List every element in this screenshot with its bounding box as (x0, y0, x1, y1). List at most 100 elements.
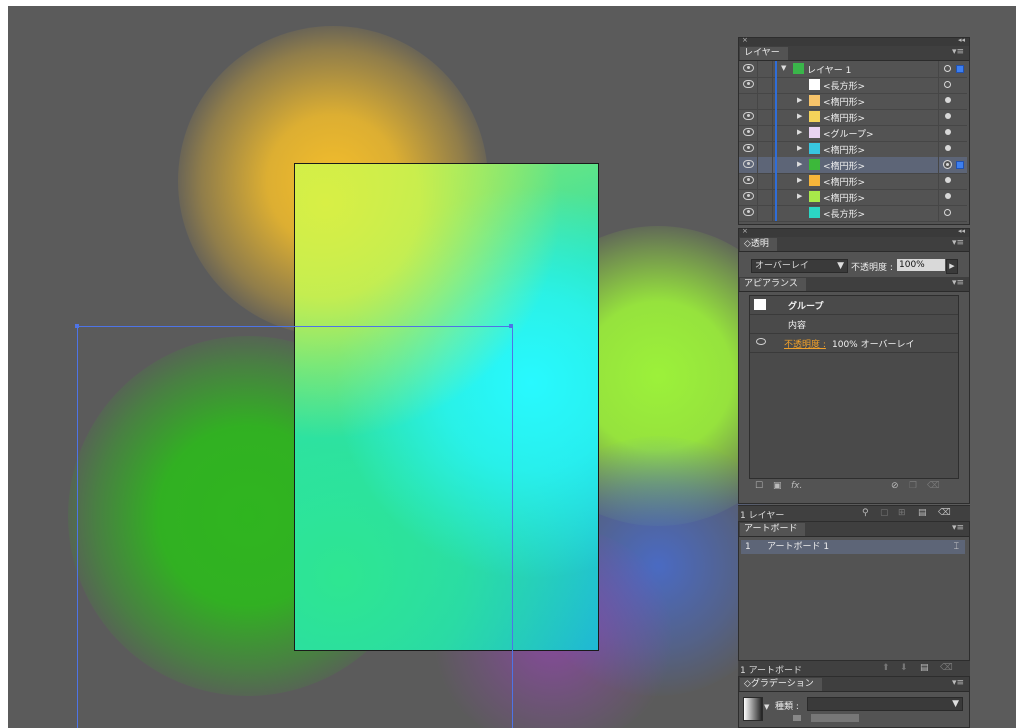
appearance-opacity-row[interactable]: 不透明度 : 100% オーバーレイ (750, 334, 958, 353)
panel-menu-icon[interactable]: ▾≡ (952, 278, 964, 288)
layer-thumbnail (809, 127, 820, 138)
blend-mode-select[interactable]: オーバーレイ ▼ (751, 259, 848, 273)
selection-handle-top-left[interactable] (75, 324, 79, 328)
divider (938, 61, 939, 77)
layer-row[interactable]: ▶ <楕円形> (739, 141, 967, 158)
layer-row[interactable]: <長方形> (739, 205, 967, 222)
layer-row[interactable]: ▶ <楕円形> (739, 189, 967, 206)
new-layer-icon[interactable]: ▤ (918, 508, 927, 518)
layer-row[interactable]: ▶ <楕円形> (739, 93, 967, 110)
eye-icon[interactable] (743, 192, 754, 200)
close-icon[interactable]: × (742, 36, 748, 44)
eye-icon[interactable] (743, 80, 754, 88)
trash-icon[interactable]: ⌫ (927, 481, 940, 491)
target-icon[interactable] (945, 177, 951, 183)
target-icon[interactable] (944, 81, 951, 88)
opacity-link[interactable]: 不透明度 : (784, 337, 826, 350)
divider (757, 141, 758, 157)
layers-panel: × ◂◂ レイヤー ▾≡ ▼ レイヤー 1 <長方形> ▶ <楕円形> ▶ <楕円形> ▶ <グル… (738, 36, 970, 225)
layer-row[interactable]: ▼ レイヤー 1 (739, 61, 967, 78)
opacity-stepper-button[interactable]: ▶ (946, 259, 958, 274)
collapse-icon[interactable]: ◂◂ (958, 36, 965, 44)
artboards-tab-row: アートボード ▾≡ (739, 522, 969, 537)
eye-icon[interactable] (743, 112, 754, 120)
eye-icon[interactable] (743, 64, 754, 72)
expand-right-icon[interactable]: ▶ (797, 128, 802, 136)
fx-icon[interactable]: fx. (791, 481, 802, 491)
duplicate-item-icon[interactable]: ❐ (909, 481, 917, 491)
layer-name: <長方形> (823, 82, 866, 92)
panel-menu-icon[interactable]: ▾≡ (952, 47, 964, 57)
layer-row[interactable]: ▶ <楕円形> (739, 157, 967, 174)
layer-row[interactable]: ▶ <楕円形> (739, 173, 967, 190)
panel-menu-icon[interactable]: ▾≡ (952, 523, 964, 533)
collapse-icon[interactable]: ◂◂ (958, 227, 965, 235)
target-icon[interactable] (945, 145, 951, 151)
target-icon[interactable] (944, 65, 951, 72)
eye-icon[interactable] (743, 176, 754, 184)
appearance-group-row[interactable]: グループ (750, 296, 958, 315)
target-icon[interactable] (945, 113, 951, 119)
eye-icon[interactable] (743, 208, 754, 216)
layer-row[interactable]: ▶ <楕円形> (739, 109, 967, 126)
new-sublayer-icon[interactable]: ⊞ (898, 508, 906, 518)
trash-icon[interactable]: ⌫ (938, 508, 951, 518)
selection-handle-top-right[interactable] (509, 324, 513, 328)
close-icon[interactable]: × (742, 227, 748, 235)
selection-bounding-box[interactable] (77, 326, 513, 728)
move-down-icon[interactable]: ⬇ (900, 663, 908, 673)
artboard-name: アートボード 1 (767, 542, 830, 552)
eye-icon[interactable] (743, 128, 754, 136)
gradient-stroke-icons[interactable] (811, 714, 859, 722)
expand-right-icon[interactable]: ▶ (797, 160, 802, 168)
make-clipping-mask-icon[interactable]: ▢ (880, 508, 889, 518)
transparency-panel-bar[interactable]: × ◂◂ (739, 227, 969, 237)
appearance-tab-row: アピアランス ▾≡ (739, 277, 969, 292)
chevron-down-icon: ▼ (952, 699, 959, 709)
add-stroke-icon[interactable]: ☐ (755, 481, 763, 491)
expand-right-icon[interactable]: ▶ (797, 176, 802, 184)
appearance-list: グループ 内容 不透明度 : 100% オーバーレイ (749, 295, 959, 479)
tab-artboards[interactable]: アートボード (740, 523, 806, 536)
selection-indicator[interactable] (956, 161, 964, 169)
gradient-swatch[interactable] (743, 697, 763, 721)
gradient-swatch-menu-icon[interactable]: ▼ (764, 703, 769, 711)
artboard-row[interactable]: 1 アートボード 1 ⌶ (741, 540, 965, 554)
trash-icon[interactable]: ⌫ (940, 663, 953, 673)
tab-gradient[interactable]: ◇グラデーション (740, 678, 822, 691)
divider (772, 93, 773, 109)
selection-indicator[interactable] (956, 65, 964, 73)
target-icon[interactable] (944, 209, 951, 216)
move-up-icon[interactable]: ⬆ (882, 663, 890, 673)
tab-appearance[interactable]: アピアランス (740, 278, 806, 291)
opacity-field[interactable]: 100% (897, 259, 945, 271)
layer-row[interactable]: <長方形> (739, 77, 967, 94)
clear-appearance-icon[interactable]: ⊘ (891, 481, 899, 491)
target-icon[interactable] (945, 97, 951, 103)
eye-icon[interactable] (743, 144, 754, 152)
layer-row[interactable]: ▶ <グループ> (739, 125, 967, 142)
panel-menu-icon[interactable]: ▾≡ (952, 678, 964, 688)
gradient-type-select[interactable]: ▼ (807, 697, 963, 711)
expand-right-icon[interactable]: ▶ (797, 192, 802, 200)
panel-menu-icon[interactable]: ▾≡ (952, 238, 964, 248)
tab-transparency[interactable]: ◇透明 (740, 238, 777, 251)
expand-right-icon[interactable]: ▶ (797, 144, 802, 152)
new-artboard-icon[interactable]: ▤ (920, 663, 929, 673)
expand-down-icon[interactable]: ▼ (781, 64, 786, 72)
artboard-options-icon[interactable]: ⌶ (954, 540, 959, 554)
layers-panel-bar[interactable]: × ◂◂ (739, 36, 969, 46)
appearance-contents-row[interactable]: 内容 (750, 315, 958, 334)
expand-right-icon[interactable]: ▶ (797, 96, 802, 104)
eye-icon[interactable] (743, 160, 754, 168)
transparency-panel: × ◂◂ ◇透明 ▾≡ オーバーレイ ▼ 不透明度 : 100% ▶ アピアランス… (738, 227, 970, 504)
search-icon[interactable]: ⚲ (862, 508, 869, 518)
expand-right-icon[interactable]: ▶ (797, 112, 802, 120)
target-icon[interactable] (945, 129, 951, 135)
add-fill-icon[interactable]: ▣ (773, 481, 782, 491)
target-icon[interactable] (945, 193, 951, 199)
target-icon[interactable] (943, 160, 952, 169)
eye-icon[interactable] (756, 338, 766, 345)
tab-layers[interactable]: レイヤー (740, 47, 788, 60)
gradient-reverse-icon[interactable] (793, 715, 801, 721)
